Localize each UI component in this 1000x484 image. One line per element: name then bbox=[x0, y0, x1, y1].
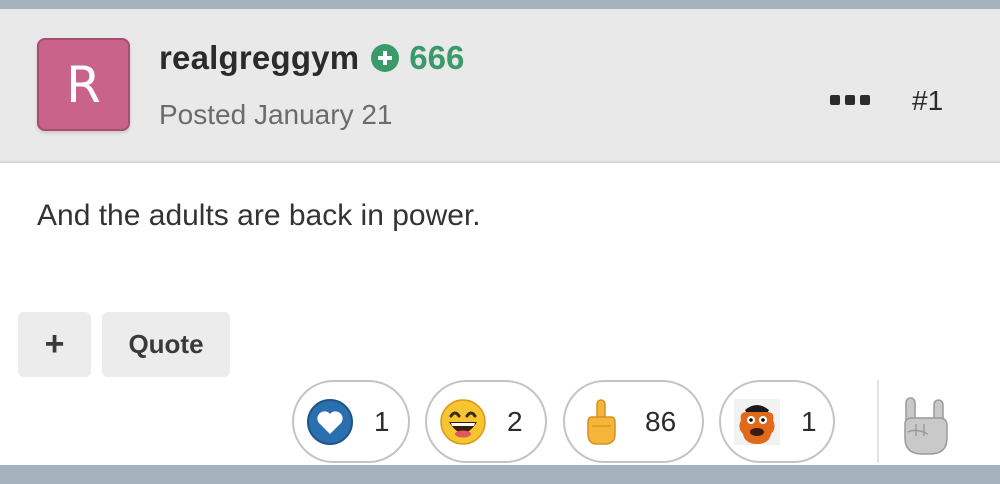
reaction-laugh[interactable]: 2 bbox=[425, 380, 547, 463]
post-date: Posted January 21 bbox=[159, 99, 393, 130]
rock-on-hand-icon[interactable] bbox=[900, 394, 954, 456]
avatar-letter: R bbox=[66, 55, 101, 114]
author-row: realgreggym 666 bbox=[159, 38, 464, 78]
post-number-link[interactable]: #1 bbox=[912, 85, 943, 117]
avatar[interactable]: R bbox=[37, 38, 130, 131]
reaction-count: 86 bbox=[645, 405, 677, 437]
reaction-count: 1 bbox=[801, 405, 817, 437]
reaction-gritty[interactable]: 1 bbox=[719, 380, 835, 463]
quote-button[interactable]: Quote bbox=[102, 312, 230, 377]
post-card: R realgreggym 666 Posted January 21 #1 A… bbox=[0, 9, 1000, 465]
reaction-divider bbox=[877, 380, 879, 463]
multiquote-add-button[interactable]: + bbox=[18, 312, 91, 377]
middle-finger-icon bbox=[577, 398, 625, 446]
gritty-mascot-icon bbox=[733, 398, 781, 446]
reaction-like[interactable]: 1 bbox=[292, 380, 410, 463]
ellipsis-icon[interactable] bbox=[830, 95, 870, 107]
reaction-count: 1 bbox=[374, 405, 390, 437]
reputation-plus-icon bbox=[371, 44, 400, 72]
reaction-middle-finger[interactable]: 86 bbox=[563, 380, 704, 463]
grinning-face-icon bbox=[439, 398, 487, 446]
username-link[interactable]: realgreggym bbox=[159, 39, 359, 77]
post-header: R realgreggym 666 Posted January 21 #1 bbox=[0, 9, 1000, 163]
reaction-count: 2 bbox=[507, 405, 523, 437]
reputation-count: 666 bbox=[409, 39, 465, 76]
heart-like-icon bbox=[306, 398, 354, 446]
post-content: And the adults are back in power. bbox=[37, 199, 481, 232]
